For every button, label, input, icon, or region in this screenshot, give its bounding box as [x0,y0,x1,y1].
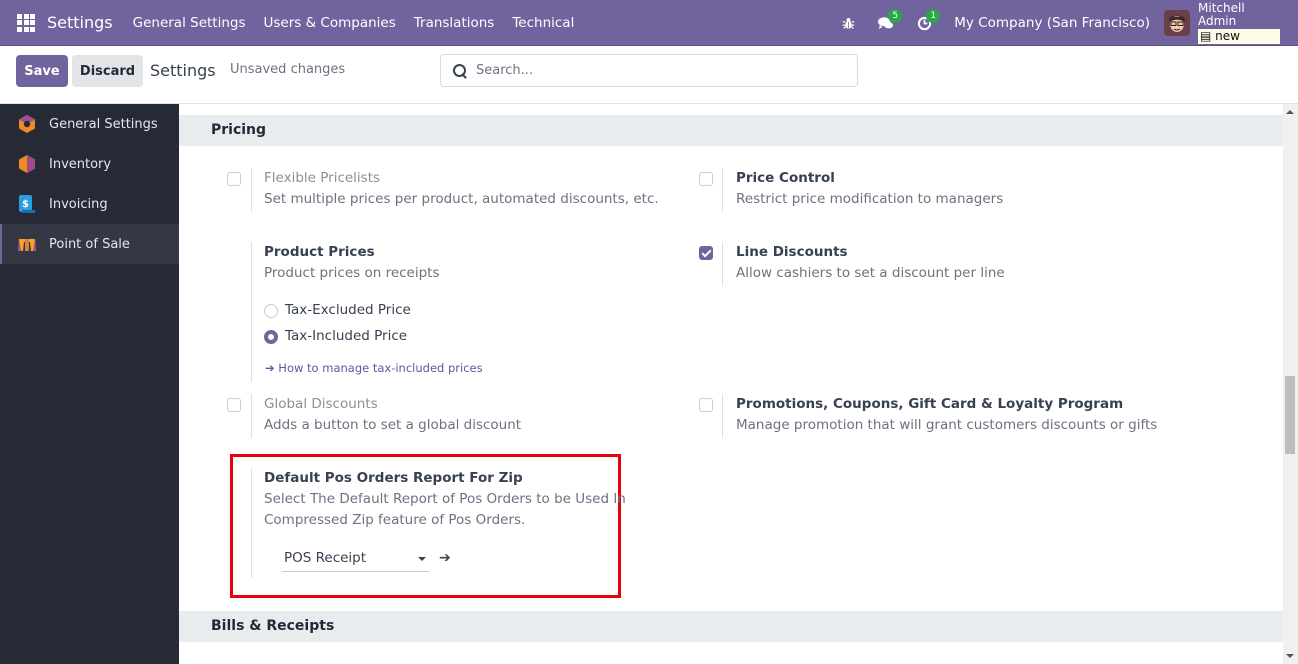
section-header-bills-receipts: Bills & Receipts [179,611,1283,642]
unsaved-changes-status: Unsaved changes [230,62,346,77]
setting-divider [251,168,252,212]
control-panel: Save Discard Settings Unsaved changes [0,46,1298,104]
search-box[interactable] [440,54,858,87]
scrollbar-thumb[interactable] [1285,376,1295,454]
settings-content: Pricing Flexible Pricelists Set multiple… [179,104,1283,664]
bug-icon[interactable] [840,15,856,31]
save-button[interactable]: Save [16,55,68,87]
section-header-pricing: Pricing [179,115,1283,146]
setting-divider [251,394,252,438]
price-control-checkbox[interactable] [699,172,713,186]
flexible-pricelists-checkbox[interactable] [227,172,241,186]
setting-divider [251,468,252,578]
search-input[interactable] [476,63,846,78]
menu-general-settings[interactable]: General Settings [133,15,246,31]
setting-description: Select The Default Report of Pos Orders … [264,491,626,507]
sidebar-item-general-settings[interactable]: General Settings [0,104,179,144]
inventory-icon [19,155,35,173]
setting-title: Global Discounts [264,396,378,412]
setting-divider [722,242,723,286]
apps-grid-icon[interactable] [17,13,35,32]
setting-title: Default Pos Orders Report For Zip [264,470,523,486]
sidebar-item-label: Inventory [49,156,112,172]
app-title[interactable]: Settings [47,13,113,32]
caret-down-icon [418,557,426,561]
search-icon [452,63,468,79]
setting-description: Allow cashiers to set a discount per lin… [736,265,1005,281]
chat-icon[interactable]: 5 [878,9,903,31]
user-menu[interactable]: Mitchell Admin ▤ new [1198,2,1280,44]
line-discounts-checkbox[interactable] [699,246,713,260]
setting-divider [722,168,723,212]
zip-report-select[interactable]: POS Receipt [282,546,429,572]
setting-description: Adds a button to set a global discount [264,417,522,433]
scroll-up-icon[interactable] [1286,110,1294,114]
sidebar-item-label: Invoicing [49,196,108,212]
zip-report-select-value: POS Receipt [284,550,367,566]
messages-count-badge: 5 [888,9,903,23]
setting-description: Compressed Zip feature of Pos Orders. [264,512,526,528]
database-badge: ▤ new [1198,29,1280,44]
setting-description: Restrict price modification to managers [736,191,1004,207]
menu-technical[interactable]: Technical [512,15,574,31]
discard-button[interactable]: Discard [72,55,143,87]
database-name: new [1215,29,1240,43]
point-of-sale-icon [18,239,36,251]
top-navbar: Settings General Settings Users & Compan… [0,0,1298,46]
page-title: Settings [150,61,216,80]
global-discounts-checkbox[interactable] [227,398,241,412]
setting-divider [722,394,723,438]
menu-users-companies[interactable]: Users & Companies [264,15,396,31]
tax-included-radio[interactable] [264,330,278,344]
user-avatar[interactable] [1164,10,1190,36]
invoicing-icon: $ [19,195,35,213]
user-name: Mitchell Admin [1198,1,1245,28]
sidebar-item-point-of-sale[interactable]: Point of Sale [0,224,179,264]
setting-description: Product prices on receipts [264,265,440,281]
svg-text:$: $ [22,199,29,210]
setting-description: Set multiple prices per product, automat… [264,191,659,207]
setting-title: Price Control [736,170,835,186]
scroll-down-icon[interactable] [1286,654,1294,658]
setting-title: Product Prices [264,244,375,260]
general-settings-icon [19,115,35,133]
company-switcher[interactable]: My Company (San Francisco) [954,15,1150,31]
tax-included-help-link[interactable]: ➔ How to manage tax-included prices [265,361,483,375]
settings-sidebar: General Settings Inventory $ Invoicing P… [0,104,179,664]
tax-excluded-label[interactable]: Tax-Excluded Price [285,302,411,318]
tax-included-label[interactable]: Tax-Included Price [285,328,407,344]
sidebar-item-label: Point of Sale [49,236,130,252]
setting-title: Flexible Pricelists [264,170,381,186]
sidebar-item-inventory[interactable]: Inventory [0,144,179,184]
menu-translations[interactable]: Translations [414,15,495,31]
sidebar-item-label: General Settings [49,116,158,132]
activities-count-badge: 1 [926,9,941,23]
setting-description: Manage promotion that will grant custome… [736,417,1158,433]
tax-excluded-radio[interactable] [264,304,278,318]
database-icon: ▤ [1200,29,1212,43]
sidebar-item-invoicing[interactable]: $ Invoicing [0,184,179,224]
clock-icon[interactable]: 1 [916,9,941,31]
internal-link-arrow-icon[interactable]: ➔ [439,550,451,566]
setting-divider [251,242,252,382]
setting-title: Promotions, Coupons, Gift Card & Loyalty… [736,396,1124,412]
content-scrollbar[interactable] [1283,104,1298,664]
promotions-checkbox[interactable] [699,398,713,412]
setting-title: Line Discounts [736,244,848,260]
